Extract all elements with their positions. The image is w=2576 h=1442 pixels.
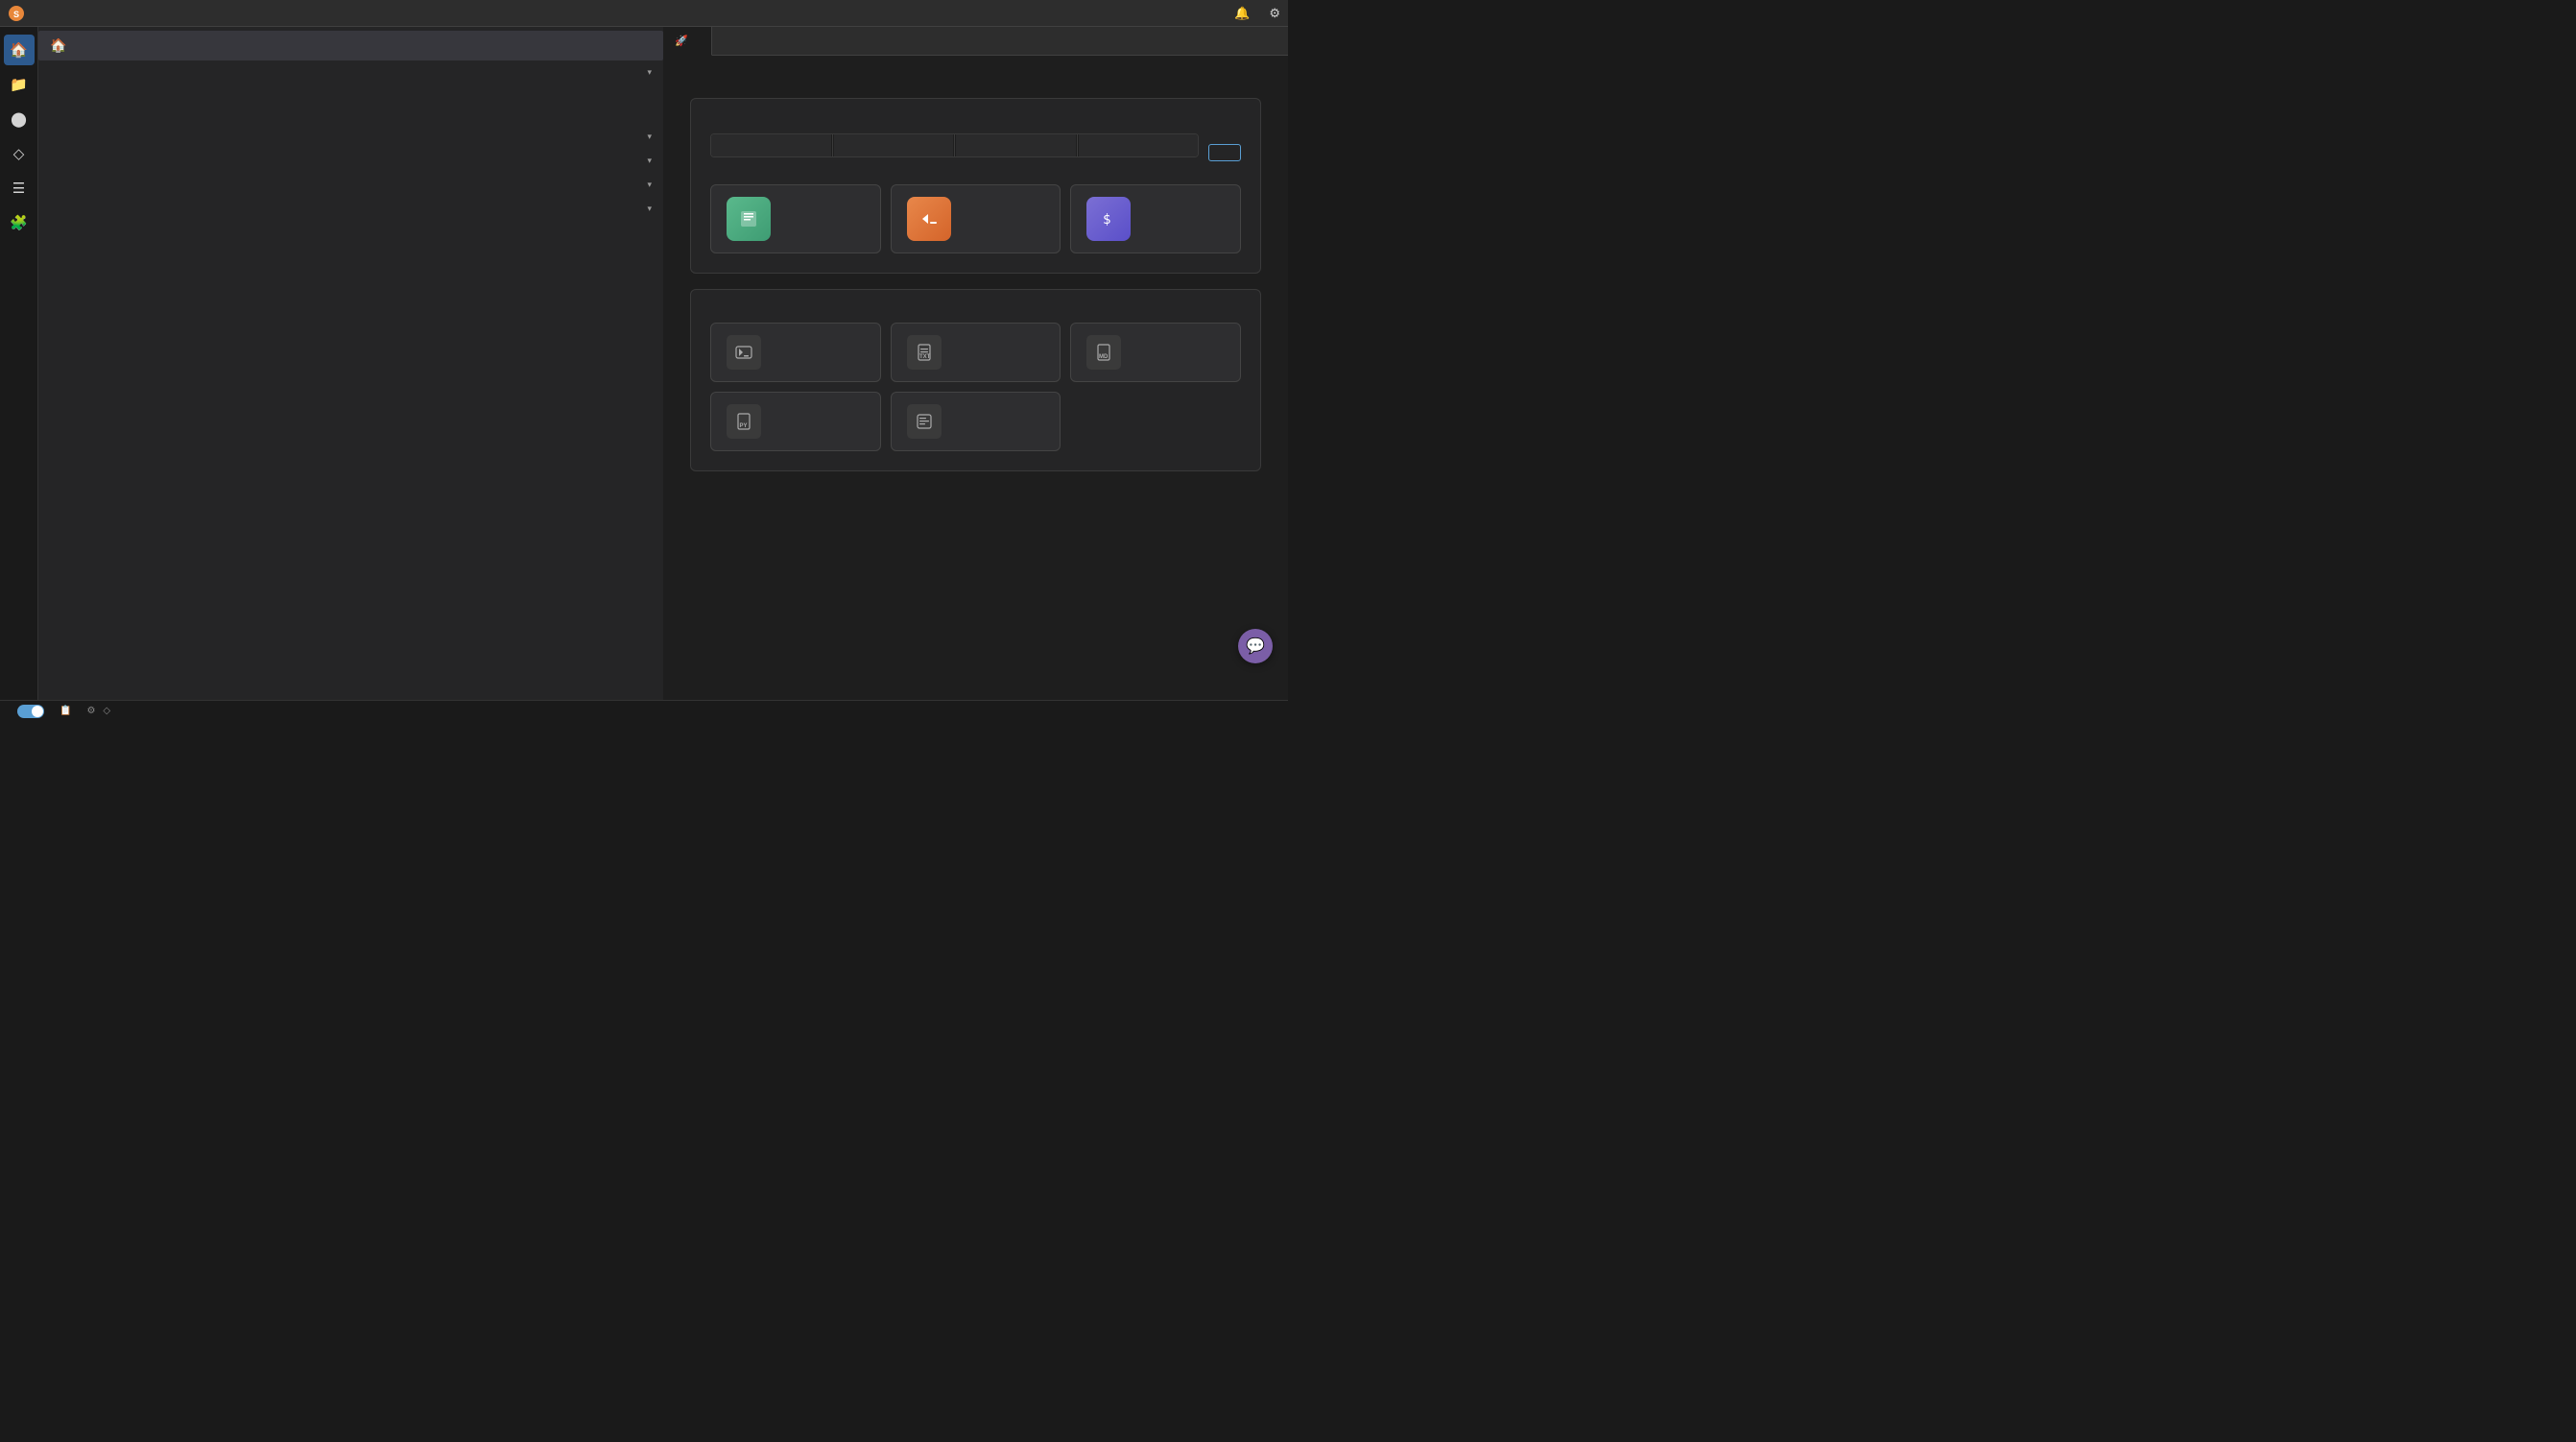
sidebar-item-pipelines[interactable]	[38, 111, 663, 125]
sidebar-icons: 🏠 📁 ⬤ ◇ ☰ 🧩	[0, 27, 38, 700]
menu-kernel[interactable]	[115, 12, 131, 15]
home-icon: 🏠	[50, 37, 66, 54]
text-file-button[interactable]: TXT	[891, 323, 1061, 382]
sidebar-icon-puzzle[interactable]: 🧩	[4, 207, 35, 238]
open-code-console-icon	[907, 197, 951, 241]
mode-toggle[interactable]	[17, 705, 44, 718]
notebooks-card: $	[690, 98, 1261, 274]
text-file-icon: TXT	[907, 335, 942, 370]
menu-run[interactable]	[98, 12, 113, 15]
svg-text:$: $	[1103, 212, 1110, 228]
sidebar-item-automl[interactable]	[38, 84, 663, 98]
open-code-console-button[interactable]	[891, 184, 1061, 253]
svg-text:TXT: TXT	[919, 354, 931, 360]
settings-gear-icon[interactable]: ⚙	[1269, 6, 1280, 21]
tab-bar: 🚀	[663, 27, 1288, 56]
app-icon: S	[8, 5, 25, 22]
contextual-help-icon	[907, 404, 942, 439]
svg-text:S: S	[13, 10, 19, 19]
toggle-thumb	[32, 706, 43, 717]
sidebar-icon-list[interactable]: ☰	[4, 173, 35, 204]
env-cell-kernel	[834, 134, 954, 156]
sidebar-item-models[interactable]: ▾	[38, 125, 663, 149]
menu-help[interactable]	[184, 12, 200, 15]
sidebar-item-home[interactable]: 🏠	[38, 31, 663, 60]
notebooks-action-grid: $	[710, 184, 1241, 253]
chat-bubble[interactable]: 💬	[1238, 629, 1273, 663]
menu-file[interactable]	[46, 12, 61, 15]
python-file-button[interactable]: PY	[710, 392, 881, 451]
menu-bar: S 🔔 ⚙	[0, 0, 1288, 27]
sidebar-item-deployments[interactable]: ▾	[38, 149, 663, 173]
status-git-icon: ◇	[103, 706, 110, 716]
svg-text:PY: PY	[740, 423, 748, 429]
tab-launcher[interactable]: 🚀	[663, 27, 712, 56]
menu-tabs[interactable]	[150, 12, 165, 15]
sidebar-icon-git[interactable]: ◇	[4, 138, 35, 169]
tab-launcher-icon: 🚀	[675, 35, 688, 47]
notebooks-card-header	[710, 118, 1241, 133]
utilities-grid: TXT MD	[710, 323, 1241, 451]
chevron-down-icon-quickstart: ▾	[647, 180, 652, 190]
open-image-terminal-button[interactable]: $	[1070, 184, 1241, 253]
sidebar-item-quick-start[interactable]: ▾	[38, 173, 663, 197]
sidebar-item-data[interactable]: ▾	[38, 60, 663, 84]
environment-row	[710, 133, 1199, 157]
content-area: $	[663, 56, 1288, 700]
menu-bar-right: 🔔 ⚙	[1234, 6, 1280, 21]
change-environment-button[interactable]	[1208, 144, 1241, 161]
sidebar-icon-files[interactable]: 📁	[4, 69, 35, 100]
menu-view[interactable]	[81, 12, 96, 15]
system-terminal-button[interactable]	[710, 323, 881, 382]
create-notebook-icon	[727, 197, 771, 241]
open-image-terminal-icon: $	[1086, 197, 1131, 241]
chevron-down-icon-learning: ▾	[647, 204, 652, 214]
env-cell-image	[711, 134, 831, 156]
menu-settings[interactable]	[167, 12, 182, 15]
create-notebook-button[interactable]	[710, 184, 881, 253]
status-bar-left: 📋 ⚙ ◇	[10, 705, 110, 718]
markdown-file-button[interactable]: MD	[1070, 323, 1241, 382]
svg-text:MD: MD	[1099, 354, 1109, 360]
env-cell-instance	[956, 134, 1076, 156]
menu-git[interactable]	[132, 12, 148, 15]
chevron-down-icon: ▾	[647, 67, 652, 78]
sidebar-icon-circle[interactable]: ⬤	[4, 104, 35, 134]
sidebar-item-learning[interactable]: ▾	[38, 197, 663, 221]
sidebar-icon-home[interactable]: 🏠	[4, 35, 35, 65]
chevron-down-icon-models: ▾	[647, 132, 652, 142]
status-icon2: ⚙	[86, 706, 95, 716]
python-file-icon: PY	[727, 404, 761, 439]
sidebar-item-experiments[interactable]	[38, 98, 663, 111]
notification-icon[interactable]: 🔔	[1234, 6, 1250, 21]
env-cell-startup	[1079, 134, 1199, 156]
sidebar-nav: 🏠 ▾ ▾ ▾ ▾ ▾	[38, 27, 663, 700]
menu-bar-left: S	[8, 5, 200, 22]
status-icon1: 📋	[60, 706, 71, 716]
main-layout: 🏠 📁 ⬤ ◇ ☰ 🧩 🏠 ▾ ▾	[0, 27, 1288, 700]
utilities-card: TXT MD	[690, 289, 1261, 471]
markdown-file-icon: MD	[1086, 335, 1121, 370]
status-bar: 📋 ⚙ ◇	[0, 700, 1288, 721]
contextual-help-button[interactable]	[891, 392, 1061, 451]
menu-edit[interactable]	[63, 12, 79, 15]
system-terminal-icon	[727, 335, 761, 370]
chevron-down-icon-deployments: ▾	[647, 156, 652, 166]
